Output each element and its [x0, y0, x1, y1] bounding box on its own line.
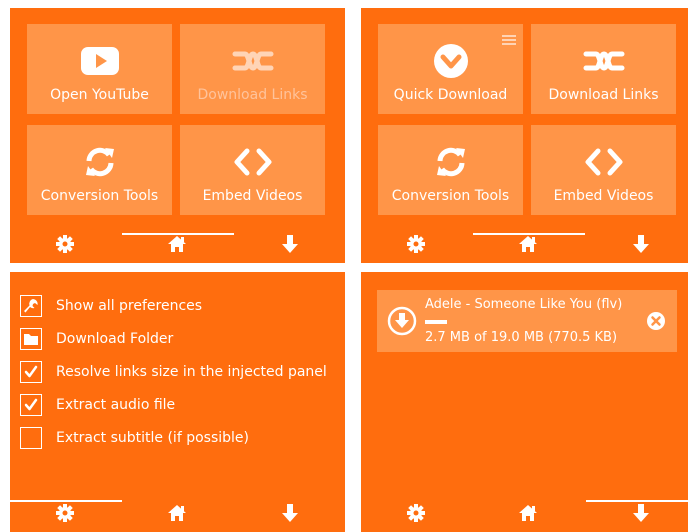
pref-label: Download Folder: [56, 331, 174, 347]
downloads-tab[interactable]: [611, 498, 671, 532]
home-tab[interactable]: [498, 229, 558, 263]
panel-preferences: Show all preferences Download Folder Res…: [10, 272, 345, 532]
tile-open-youtube[interactable]: Open YouTube: [27, 24, 172, 114]
bottom-nav: [10, 498, 345, 532]
tile-label: Download Links: [548, 87, 659, 103]
tile-conversion-tools[interactable]: Conversion Tools: [378, 125, 523, 215]
home-icon: [518, 504, 538, 526]
download-arrow-icon: [633, 235, 649, 257]
download-arrow-icon: [633, 504, 649, 526]
panel-home-video: Quick Download Download Links Conversion…: [361, 8, 688, 263]
tile-label: Embed Videos: [553, 188, 654, 204]
home-tab[interactable]: [147, 229, 207, 263]
pref-download-folder[interactable]: Download Folder: [20, 326, 173, 352]
refresh-icon: [27, 147, 172, 177]
bottom-nav: [10, 229, 345, 263]
code-icon: [531, 147, 676, 177]
tile-label: Quick Download: [393, 87, 508, 103]
gear-icon: [407, 504, 425, 526]
bottom-nav: [361, 498, 688, 532]
download-links-icon: [531, 46, 676, 76]
panel-home-default: Open YouTube Download Links Conversion T…: [10, 8, 345, 263]
settings-tab[interactable]: [386, 498, 446, 532]
checkbox-checked[interactable]: [20, 394, 42, 416]
download-item: Adele - Someone Like You (flv) 2.7 MB of…: [377, 290, 677, 352]
download-progress-bar: [425, 320, 585, 324]
settings-tab[interactable]: [386, 229, 446, 263]
pref-extract-audio[interactable]: Extract audio file: [20, 392, 175, 418]
pref-resolve-links-size[interactable]: Resolve links size in the injected panel: [20, 359, 327, 385]
download-size: 2.7 MB of 19.0 MB (770.5 KB): [425, 330, 618, 345]
home-tab[interactable]: [498, 498, 558, 532]
home-icon: [167, 504, 187, 526]
tile-label: Conversion Tools: [40, 188, 159, 204]
home-icon: [518, 235, 538, 257]
home-icon: [167, 235, 187, 257]
youtube-icon: [27, 46, 172, 76]
download-arrow-icon: [282, 504, 298, 526]
tile-embed-videos[interactable]: Embed Videos: [531, 125, 676, 215]
tile-download-links[interactable]: Download Links: [531, 24, 676, 114]
pref-label: Extract audio file: [56, 397, 176, 413]
tile-label: Conversion Tools: [391, 188, 510, 204]
download-links-icon: [180, 46, 325, 76]
settings-tab[interactable]: [35, 229, 95, 263]
chevron-down-circle-icon: [378, 44, 523, 78]
gear-icon: [407, 235, 425, 257]
close-icon[interactable]: [647, 312, 665, 330]
gear-icon: [56, 504, 74, 526]
downloads-tab[interactable]: [611, 229, 671, 263]
pref-extract-subtitle[interactable]: Extract subtitle (if possible): [20, 425, 249, 451]
tile-embed-videos[interactable]: Embed Videos: [180, 125, 325, 215]
gear-icon: [56, 235, 74, 257]
wrench-icon: [20, 295, 42, 317]
checkbox-unchecked[interactable]: [20, 427, 42, 449]
tile-label: Embed Videos: [202, 188, 303, 204]
tile-conversion-tools[interactable]: Conversion Tools: [27, 125, 172, 215]
panel-downloads: Adele - Someone Like You (flv) 2.7 MB of…: [361, 272, 688, 532]
folder-icon: [20, 328, 42, 350]
tile-download-links[interactable]: Download Links: [180, 24, 325, 114]
pref-label: Resolve links size in the injected panel: [56, 364, 327, 380]
checkbox-checked[interactable]: [20, 361, 42, 383]
settings-tab[interactable]: [35, 498, 95, 532]
pref-label: Extract subtitle (if possible): [56, 430, 249, 446]
home-tab[interactable]: [147, 498, 207, 532]
code-icon: [180, 147, 325, 177]
download-title: Adele - Someone Like You (flv): [425, 297, 623, 312]
downloads-tab[interactable]: [260, 229, 320, 263]
pref-label: Show all preferences: [56, 298, 203, 314]
download-arrow-icon: [282, 235, 298, 257]
download-progress-fill: [425, 320, 448, 324]
tile-quick-download[interactable]: Quick Download: [378, 24, 523, 114]
downloads-tab[interactable]: [260, 498, 320, 532]
tile-label: Download Links: [197, 87, 308, 103]
tile-label: Open YouTube: [50, 87, 149, 103]
pref-show-all[interactable]: Show all preferences: [20, 293, 202, 319]
bottom-nav: [361, 229, 688, 263]
refresh-icon: [378, 147, 523, 177]
download-circle-icon: [387, 306, 417, 336]
